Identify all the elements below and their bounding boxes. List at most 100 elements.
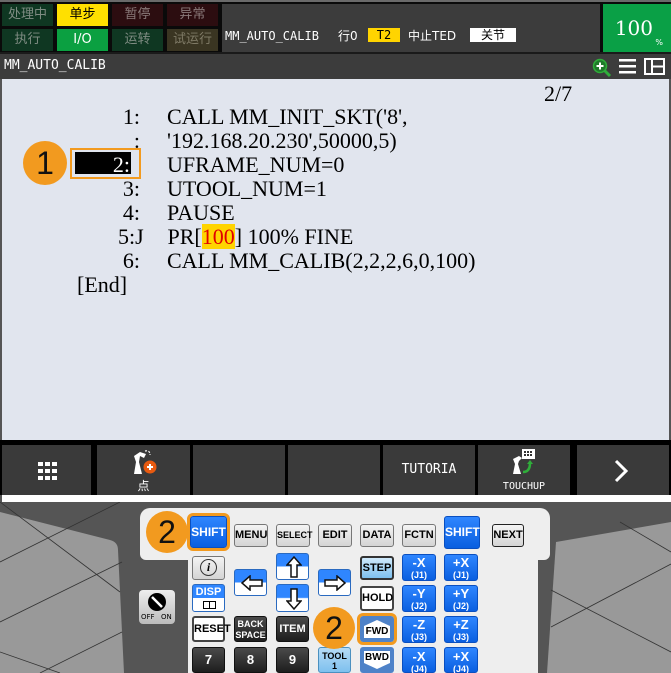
jog-sublabel: (J1) bbox=[452, 570, 469, 580]
disp-key[interactable]: DISP bbox=[192, 584, 225, 612]
jog-label: +Y bbox=[452, 586, 470, 601]
tool-label-line2: 1 bbox=[331, 661, 337, 671]
annotation-highlight-box bbox=[70, 148, 141, 179]
status-io: I/O bbox=[57, 29, 108, 51]
left-arrow-key[interactable] bbox=[234, 569, 267, 596]
hold-key[interactable]: HOLD bbox=[360, 586, 394, 611]
fwd-label: FWD bbox=[365, 626, 389, 637]
fkey-point[interactable]: 点 bbox=[97, 445, 190, 495]
menu-key[interactable]: MENU bbox=[234, 524, 268, 547]
jog-sublabel: (J3) bbox=[452, 632, 469, 642]
fctn-key[interactable]: FCTN bbox=[402, 524, 436, 547]
divider bbox=[0, 495, 671, 502]
annotation-callout-2-fwd: 2 bbox=[313, 607, 355, 649]
override-value: 100 bbox=[614, 16, 653, 40]
jog-plus-x-j1-key[interactable]: +X (J1) bbox=[444, 554, 478, 581]
status-step: 单步 bbox=[57, 4, 108, 26]
robot-touchup-icon bbox=[510, 448, 538, 480]
grid-icon bbox=[38, 462, 58, 484]
jog-plus-z-j3-key[interactable]: +Z (J3) bbox=[444, 616, 478, 643]
status-busy: 处理中 bbox=[2, 4, 53, 26]
jog-minus-x-j1-key[interactable]: -X (J1) bbox=[402, 554, 436, 581]
data-key[interactable]: DATA bbox=[360, 524, 394, 547]
next-key[interactable]: NEXT bbox=[492, 524, 524, 547]
jog-label: +X bbox=[452, 555, 470, 570]
end-marker: [End] bbox=[77, 272, 128, 297]
line-label: 行0 bbox=[338, 29, 358, 43]
program-name: MM_AUTO_CALIB bbox=[225, 29, 319, 43]
annotation-callout-1: 1 bbox=[23, 141, 67, 185]
status-prod: 运转 bbox=[112, 29, 163, 51]
line-number: 4: bbox=[122, 200, 140, 225]
program-info: MM_AUTO_CALIB 行0 中止TED bbox=[222, 4, 600, 52]
item-key[interactable]: ITEM bbox=[276, 616, 309, 642]
digit-7-key[interactable]: 7 bbox=[192, 647, 225, 673]
fkey-touchup[interactable]: TOUCHUP bbox=[478, 445, 570, 495]
status-fault: 异常 bbox=[167, 4, 218, 26]
override-unit: % bbox=[655, 38, 663, 47]
backspace-label-line1: BACK bbox=[237, 619, 264, 629]
jog-minus-y-j2-key[interactable]: -Y (J2) bbox=[402, 585, 436, 612]
select-key[interactable]: SELECT bbox=[276, 524, 313, 547]
bwd-key[interactable]: BWD bbox=[360, 647, 394, 673]
line-text-post: ] 100% FINE bbox=[234, 224, 354, 249]
tool-label-line1: TOOL bbox=[322, 651, 347, 661]
tool-1-key[interactable]: TOOL 1 bbox=[318, 647, 351, 673]
disp-label: DISP bbox=[195, 586, 222, 598]
jog-sublabel: (J2) bbox=[410, 601, 427, 611]
jog-minus-z-j3-key[interactable]: -Z (J3) bbox=[402, 616, 436, 643]
line-number: 5:J bbox=[118, 224, 144, 249]
jog-sublabel: (J4) bbox=[410, 664, 427, 673]
line-text-pre: PR[ bbox=[162, 224, 202, 249]
jog-plus-rx-j4-key[interactable]: +X (J4) bbox=[444, 647, 478, 673]
digit-9-key[interactable]: 9 bbox=[276, 647, 309, 673]
fkey-label: 点 bbox=[137, 479, 150, 493]
edit-key[interactable]: EDIT bbox=[318, 524, 352, 547]
program-editor[interactable]: 2/7 1: CALL MM_INIT_SKT('8', : '192.168.… bbox=[0, 79, 671, 440]
reset-key[interactable]: RESET bbox=[192, 616, 231, 642]
status-tcyc: 试运行 bbox=[167, 29, 218, 51]
digit-8-key[interactable]: 8 bbox=[234, 647, 267, 673]
teach-pendant-keypad: SHIFT MENU SELECT EDIT DATA FCTN SHIFT N… bbox=[140, 508, 550, 673]
jog-sublabel: (J2) bbox=[452, 601, 469, 611]
mode-badge: T2 bbox=[368, 28, 400, 42]
info-key[interactable]: i bbox=[192, 556, 225, 580]
backspace-key[interactable]: BACK SPACE bbox=[234, 616, 267, 642]
status-run: 执行 bbox=[2, 29, 53, 51]
menu-icon[interactable] bbox=[619, 59, 636, 78]
arrow-up-icon bbox=[285, 555, 303, 583]
jog-sublabel: (J4) bbox=[452, 664, 469, 673]
up-arrow-key[interactable] bbox=[276, 553, 309, 580]
jog-label: -Y bbox=[412, 586, 426, 601]
fkey-grid[interactable] bbox=[2, 445, 91, 495]
right-arrow-key[interactable] bbox=[318, 569, 351, 596]
jog-minus-rx-j4-key[interactable]: -X (J4) bbox=[402, 647, 436, 673]
pr-index-field[interactable]: 100 bbox=[201, 224, 235, 249]
step-key[interactable]: STEP bbox=[360, 556, 394, 580]
fwd-key[interactable]: FWD bbox=[357, 613, 397, 645]
arrow-down-icon bbox=[285, 588, 303, 615]
fkey-next-page[interactable] bbox=[577, 445, 669, 495]
override-display: 100 % bbox=[603, 4, 671, 52]
jog-sublabel: (J1) bbox=[410, 570, 427, 580]
line-text: PAUSE bbox=[167, 200, 235, 225]
status-hold: 暂停 bbox=[112, 4, 163, 26]
fkey-label: TOUCHUP bbox=[502, 481, 546, 492]
line-text: UTOOL_NUM=1 bbox=[167, 176, 327, 201]
line-text: PR[100] 100% FINE bbox=[162, 224, 354, 249]
fkey-4[interactable] bbox=[288, 445, 380, 495]
coord-badge: 关节 bbox=[470, 28, 516, 42]
jog-label: -X bbox=[412, 649, 426, 664]
jog-label: +Z bbox=[453, 617, 469, 632]
shift-right-key[interactable]: SHIFT bbox=[444, 516, 480, 549]
split-view-icon[interactable] bbox=[644, 58, 665, 79]
chevron-right-icon bbox=[613, 459, 629, 487]
robot-add-point-icon bbox=[130, 448, 158, 480]
fkey-3[interactable] bbox=[193, 445, 285, 495]
down-arrow-key[interactable] bbox=[276, 584, 309, 612]
jog-plus-y-j2-key[interactable]: +Y (J2) bbox=[444, 585, 478, 612]
info-icon: i bbox=[200, 559, 217, 576]
jog-label: +X bbox=[452, 649, 470, 664]
shift-left-key[interactable]: SHIFT bbox=[187, 513, 230, 551]
fkey-tutorial[interactable]: TUTORIA bbox=[383, 445, 475, 495]
